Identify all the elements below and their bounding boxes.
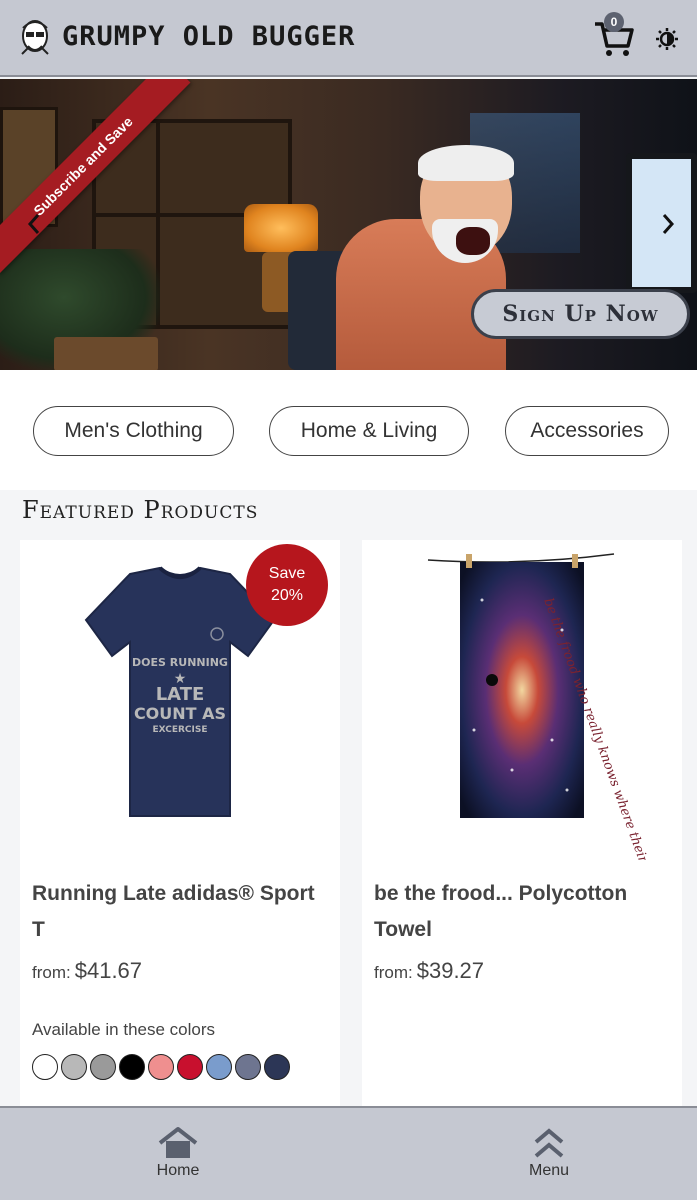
save-badge-label: Save [268,565,306,582]
color-swatch[interactable] [90,1054,116,1080]
tshirt-print-line3: COUNT AS [134,704,226,723]
sign-up-button[interactable]: Sign Up Now [471,289,690,339]
hero-lamp [244,204,318,252]
cart-count-badge: 0 [604,12,624,32]
color-swatch[interactable] [32,1054,58,1080]
price-value: $41.67 [74,958,143,983]
tshirt-print-line1: DOES RUNNING [132,656,228,669]
color-swatch[interactable] [177,1054,203,1080]
product-card-running-late[interactable]: DOES RUNNING ★ LATE COUNT AS EXCERCISE S… [20,540,340,1106]
hero-plant-pot [54,337,158,370]
nav-menu[interactable]: Menu [494,1126,604,1180]
category-bar: Men's Clothing Home & Living Accessories [0,370,697,490]
product-name[interactable]: Running Late adidas® Sport T [32,876,328,948]
category-accessories[interactable]: Accessories [505,406,669,456]
product-price: from: $41.67 [32,958,142,984]
price-prefix: from: [374,963,413,982]
price-prefix: from: [32,963,71,982]
save-badge-percent: 20% [270,587,304,604]
color-swatch[interactable] [264,1054,290,1080]
color-swatches [32,1054,290,1080]
product-card-frood-towel[interactable]: be the frood who really knows where thei… [362,540,682,1106]
top-header: GRUMPY OLD BUGGER 0 [0,0,697,77]
tshirt-print-line2: LATE [156,684,205,705]
price-value: $39.27 [416,958,485,983]
save-badge: Save 20% [246,544,328,626]
category-home-living[interactable]: Home & Living [269,406,469,456]
brand-name[interactable]: GRUMPY OLD BUGGER [62,21,355,52]
product-price: from: $39.27 [374,958,484,984]
colors-label: Available in these colors [32,1020,216,1039]
color-swatch[interactable] [235,1054,261,1080]
hero-old-man-hair [418,145,514,181]
hero-old-man-mouth [456,227,490,255]
tshirt-print-line4: EXCERCISE [152,725,207,735]
color-swatch[interactable] [119,1054,145,1080]
chevron-right-icon[interactable] [660,213,676,235]
subscribe-ribbon[interactable]: Subscribe and Save [0,79,191,274]
hero-banner[interactable]: Subscribe and Save Sign Up Now [0,79,697,370]
bottom-nav: Home Menu [0,1106,697,1200]
towel-product-image[interactable]: be the frood who really knows where thei… [362,540,682,860]
nav-home-label: Home [156,1162,200,1179]
ribbon-wrapper: Subscribe and Save [0,79,200,279]
theme-toggle-icon[interactable] [655,27,679,51]
grumpy-face-logo-icon[interactable] [16,14,54,58]
double-chevron-up-icon [534,1128,564,1158]
nav-menu-label: Menu [528,1162,570,1179]
category-mens-clothing[interactable]: Men's Clothing [33,406,234,456]
featured-products-heading: Featured Products [22,496,259,524]
home-icon [158,1127,198,1158]
product-name[interactable]: be the frood... Polycotton Towel [374,876,670,948]
chevron-left-icon[interactable] [26,213,42,235]
color-swatch[interactable] [148,1054,174,1080]
nav-home[interactable]: Home [123,1126,233,1180]
color-swatch[interactable] [206,1054,232,1080]
color-swatch[interactable] [61,1054,87,1080]
